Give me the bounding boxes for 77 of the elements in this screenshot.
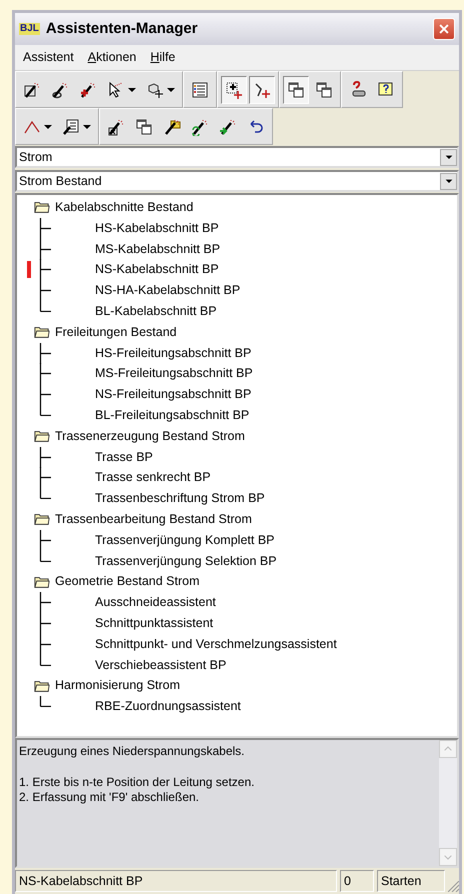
tree-item[interactable]: MS-Freileitungsabschnitt BP: [17, 363, 457, 384]
tree-connector: [39, 259, 53, 280]
description-step: 2. Erfassung mit 'F9' abschließen.: [19, 790, 437, 805]
wand-icon: [163, 118, 181, 136]
tree-group[interactable]: Kabelabschnitte Bestand: [17, 197, 457, 218]
windows-icon: [315, 80, 333, 98]
menu-item[interactable]: Assistent: [17, 46, 80, 69]
caret-icon: [128, 88, 136, 92]
wand-icon: [79, 80, 97, 98]
tree-group[interactable]: Trassenerzeugung Bestand Strom: [17, 426, 457, 447]
tree-item[interactable]: HS-Kabelabschnitt BP: [17, 218, 457, 239]
tree-group[interactable]: Trassenbearbeitung Bestand Strom: [17, 508, 457, 530]
tree-item[interactable]: HS-Freileitungsabschnitt BP: [17, 342, 457, 364]
tree-item[interactable]: BL-Freileitungsabschnitt BP: [17, 404, 457, 426]
tree-item[interactable]: Trassenverjüngung Selektion BP: [17, 550, 457, 572]
tree-connector: [39, 612, 53, 634]
toolbar-button[interactable]: [249, 76, 275, 104]
wand-icon: [51, 80, 69, 98]
description-summary: Erzeugung eines Niederspannungskabels.: [19, 744, 246, 759]
tree-item[interactable]: Trassenverjüngung Komplett BP: [17, 530, 457, 551]
toolbar-button[interactable]: [221, 76, 247, 104]
tree-item[interactable]: NS-Kabelabschnitt BP: [17, 259, 457, 280]
tree-item[interactable]: Trasse senkrecht BP: [17, 467, 457, 488]
windows-icon: [135, 118, 153, 136]
tree-item[interactable]: Ausschneideassistent: [17, 592, 457, 613]
vertex-move-icon: [253, 80, 271, 98]
status-text: NS-Kabelabschnitt BP: [15, 870, 337, 892]
menu-item[interactable]: Hilfe: [144, 46, 182, 69]
tree-item[interactable]: Trassenbeschriftung Strom BP: [17, 488, 457, 509]
tree-connector: [39, 592, 53, 614]
app-logo: BJL: [19, 23, 40, 35]
form-icon: [62, 118, 80, 136]
folder-icon: [33, 199, 51, 216]
tree-item[interactable]: MS-Kabelabschnitt BP: [17, 238, 457, 260]
toolbar-button[interactable]: [283, 76, 309, 104]
tree-item[interactable]: Verschiebeassistent BP: [17, 654, 457, 676]
dropdown-field[interactable]: Strom Bestand: [15, 170, 459, 192]
resize-grip-icon[interactable]: [448, 881, 459, 892]
wand-icon: [191, 118, 209, 136]
tree-connector: [39, 696, 53, 708]
description-step: 1. Erste bis n-te Position der Leitung setzen.: [19, 775, 437, 790]
folder-icon: [33, 324, 51, 340]
wand-icon: [107, 118, 125, 136]
tree-connector: [39, 446, 53, 468]
wand-icon: [23, 80, 41, 98]
caret-icon: [167, 88, 175, 92]
tree-group[interactable]: Freileitungen Bestand: [17, 322, 457, 343]
status-count: 0: [340, 870, 374, 892]
tree-group[interactable]: Harmonisierung Strom: [17, 675, 457, 696]
menu-item[interactable]: Aktionen: [82, 46, 142, 69]
dropdown-field[interactable]: Strom: [15, 146, 459, 168]
close-icon: [437, 22, 451, 36]
status-action: Starten: [377, 870, 445, 892]
tree-item[interactable]: BL-Kabelabschnitt BP: [17, 300, 457, 322]
tree-item[interactable]: RBE-Zuordnungsassistent: [17, 696, 457, 717]
tree-connector: [39, 218, 53, 239]
tree-item[interactable]: Trasse BP: [17, 446, 457, 468]
tree-item[interactable]: NS-HA-Kabelabschnitt BP: [17, 280, 457, 301]
caret-icon: [83, 124, 91, 128]
tree-group[interactable]: Geometrie Bestand Strom: [17, 571, 457, 592]
tree-item[interactable]: Schnittpunktassistent: [17, 612, 457, 634]
window-title: Assistenten-Manager: [46, 18, 199, 39]
caret-icon: [44, 124, 52, 128]
help-icon: [377, 80, 395, 98]
tree-connector: [39, 342, 53, 364]
tree-connector: [39, 238, 53, 260]
wand-icon: [219, 118, 237, 136]
cube-move-icon: [146, 80, 164, 98]
tree-connector: [39, 363, 53, 384]
select-move-icon: [225, 80, 243, 98]
close-button[interactable]: [433, 18, 455, 40]
tree-item[interactable]: Schnittpunkt- und Verschmelzungsassistent: [17, 634, 457, 655]
folder-icon: [33, 511, 51, 528]
folder-icon: [33, 428, 51, 444]
tree-item[interactable]: NS-Freileitungsabschnitt BP: [17, 384, 457, 405]
windows-icon: [287, 80, 305, 98]
list-icon: [191, 80, 209, 98]
